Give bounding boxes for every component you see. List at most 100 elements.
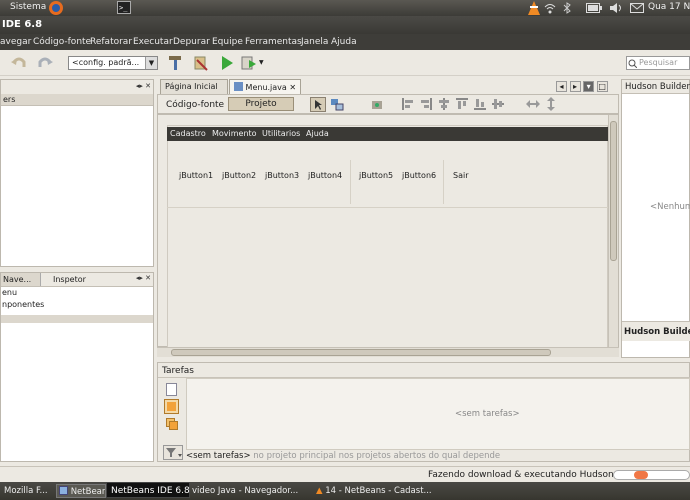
search-placeholder: Pesquisar <box>639 58 678 67</box>
system-menu[interactable]: Sistema <box>10 2 46 12</box>
projects-panel-title: ers <box>1 94 153 106</box>
tab-source[interactable]: Código-fonte <box>166 100 224 110</box>
debug-dropdown-icon[interactable]: ▼ <box>259 59 264 66</box>
selection-mode-icon[interactable] <box>310 97 326 112</box>
task-mozilla[interactable]: Mozilla F... <box>2 484 54 498</box>
tasks-filter-hint: no projeto principal nos projetos aberto… <box>253 451 501 461</box>
form-button-5[interactable]: jButton5 <box>359 171 393 180</box>
tab-pagina-inicial[interactable]: Página Inicial <box>160 79 228 94</box>
vertical-scrollbar[interactable] <box>608 115 618 347</box>
panel-controls-icon[interactable]: ◂▸ ✕ <box>136 81 151 92</box>
form-button-6[interactable]: jButton6 <box>402 171 436 180</box>
menu-navegar[interactable]: avegar <box>0 37 31 47</box>
debug-icon[interactable] <box>240 54 258 72</box>
form-button-2[interactable]: jButton2 <box>222 171 256 180</box>
form-menubar[interactable]: Cadastro Movimento Utilitarios Ajuda <box>167 127 608 141</box>
clock[interactable]: Qua 17 No <box>648 2 690 12</box>
tab-menu-java[interactable]: Menu.java ✕ <box>229 79 301 94</box>
form-menu-ajuda[interactable]: Ajuda <box>306 129 329 138</box>
file-scope-icon[interactable] <box>166 383 177 396</box>
svg-text:>_: >_ <box>119 4 128 12</box>
vertical-scroll-thumb[interactable] <box>610 121 617 261</box>
menu-refatorar[interactable]: Refatorar <box>90 37 132 47</box>
align-right-icon[interactable] <box>420 98 432 110</box>
redo-icon[interactable] <box>36 54 54 72</box>
search-input[interactable]: Pesquisar <box>626 56 690 70</box>
tree-item[interactable]: enu <box>2 287 153 299</box>
align-bottom-icon[interactable] <box>474 98 486 110</box>
menu-equipe[interactable]: Equipe <box>212 37 243 47</box>
configuration-select[interactable]: <config. padrã... ▼ <box>68 56 158 70</box>
run-icon[interactable] <box>218 54 236 72</box>
tab-list-icon[interactable]: ▾ <box>583 81 595 92</box>
menubar: avegar Código-fonte Refatorar Executar D… <box>0 34 690 50</box>
navigator-panel: Nave... Inspetor ◂▸ ✕ enu nponentes <box>0 272 154 462</box>
menu-executar[interactable]: Executar <box>133 37 173 47</box>
toolbar-separator <box>350 160 351 204</box>
project-scope-icon[interactable] <box>164 399 179 414</box>
task-label: 14 - NetBeans - Cadast... <box>325 486 432 496</box>
center-vertical-icon[interactable] <box>492 98 504 110</box>
bluetooth-icon[interactable] <box>562 2 572 14</box>
form-button-3[interactable]: jButton3 <box>265 171 299 180</box>
tab-inspector[interactable]: Inspetor <box>53 275 86 284</box>
task-video-java[interactable]: video Java - Navegador... <box>190 484 310 498</box>
window-title-bar[interactable]: IDE 6.8 <box>0 16 690 34</box>
menu-ajuda[interactable]: Ajuda <box>331 37 357 47</box>
tree-item[interactable]: nponentes <box>2 299 153 311</box>
horizontal-scrollbar[interactable] <box>157 347 619 357</box>
tab-navigator[interactable]: Nave... <box>1 273 41 286</box>
filter-icon[interactable] <box>163 445 183 460</box>
maximize-icon[interactable]: □ <box>596 81 608 92</box>
undo-icon[interactable] <box>10 54 28 72</box>
form-button-4[interactable]: jButton4 <box>308 171 342 180</box>
center-horizontal-icon[interactable] <box>438 98 450 110</box>
menu-ferramentas[interactable]: Ferramentas <box>245 37 302 47</box>
mail-icon[interactable] <box>630 3 644 13</box>
task-netbeans[interactable]: NetBeans <box>56 484 106 498</box>
hudson-bottom-title: Hudson Builde <box>622 321 690 341</box>
progress-bar[interactable] <box>613 470 690 480</box>
form-button-sair[interactable]: Sair <box>453 171 469 180</box>
tasks-empty-text: <sem tarefas> <box>455 409 520 419</box>
all-projects-scope-icon[interactable] <box>166 418 178 430</box>
task-netbeans-cadastro[interactable]: ▲ 14 - NetBeans - Cadast... <box>314 484 442 498</box>
firefox-icon[interactable] <box>48 0 64 16</box>
clean-build-icon[interactable] <box>192 54 210 72</box>
navigator-tabbar: Nave... Inspetor ◂▸ ✕ <box>1 273 153 287</box>
main-toolbar: <config. padrã... ▼ ▼ <box>0 50 690 76</box>
tab-label: Menu.java <box>245 83 287 92</box>
vlc-icon[interactable] <box>527 0 541 16</box>
form-menu-cadastro[interactable]: Cadastro <box>170 129 206 138</box>
horizontal-scroll-thumb[interactable] <box>171 349 551 356</box>
resize-vertical-icon[interactable] <box>546 97 556 111</box>
align-top-icon[interactable] <box>456 98 468 110</box>
tasks-list[interactable]: <sem tarefas> <box>186 378 690 450</box>
chevron-down-icon: ▼ <box>145 57 157 69</box>
top-panel: Sistema >_ Qua 17 No <box>0 0 690 16</box>
connection-mode-icon[interactable] <box>330 98 344 111</box>
tab-design[interactable]: Projeto <box>228 97 294 111</box>
form-menu-movimento[interactable]: Movimento <box>212 129 257 138</box>
menu-janela[interactable]: Janela <box>301 37 328 47</box>
volume-icon[interactable] <box>609 2 623 14</box>
scroll-right-icon[interactable]: ▸ <box>569 81 581 92</box>
toolbar-separator <box>443 160 444 204</box>
close-icon[interactable]: ✕ <box>289 83 296 92</box>
build-hammer-icon[interactable] <box>166 54 184 72</box>
panel-controls-icon[interactable]: ◂▸ ✕ <box>136 274 151 282</box>
terminal-icon[interactable]: >_ <box>117 1 131 14</box>
hudson-empty-text: <Nenhum <box>650 202 690 212</box>
resize-horizontal-icon[interactable] <box>526 99 540 109</box>
tasks-title: Tarefas <box>162 366 194 376</box>
align-left-icon[interactable] <box>402 98 414 110</box>
scroll-left-icon[interactable]: ◂ <box>556 81 567 92</box>
preview-design-icon[interactable] <box>370 98 384 111</box>
menu-depurar[interactable]: Depurar <box>173 37 210 47</box>
menu-codigo-fonte[interactable]: Código-fonte <box>33 37 91 47</box>
inspector-divider <box>1 315 153 323</box>
network-icon[interactable] <box>543 1 557 15</box>
battery-icon[interactable] <box>586 3 602 13</box>
form-menu-utilitarios[interactable]: Utilitarios <box>262 129 300 138</box>
form-button-1[interactable]: jButton1 <box>179 171 213 180</box>
